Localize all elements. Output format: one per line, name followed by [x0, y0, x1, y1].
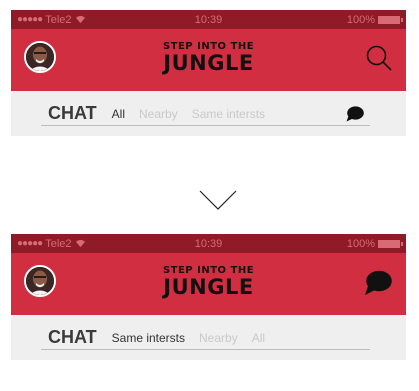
screen-state-before: ●●●●● Tele2 10:39 100% STEP INTO THE JUN… [11, 10, 406, 136]
chat-tab-bar: CHAT All Nearby Same intersts [11, 91, 406, 136]
tab-same-interests[interactable]: Same intersts [192, 107, 265, 121]
status-carrier-group: ●●●●● Tele2 [17, 14, 86, 26]
brand-name: JUNGLE [163, 51, 254, 75]
status-battery-group: 100% [346, 13, 403, 26]
tab-nearby[interactable]: Nearby [139, 107, 178, 121]
tab-same-interests[interactable]: Same intersts [112, 331, 185, 345]
search-button[interactable] [364, 43, 394, 73]
screen-state-after: ●●●●● Tele2 10:39 100% STEP INTO THE JUN… [11, 234, 406, 360]
chevron-down-icon [199, 190, 237, 210]
chat-title: CHAT [48, 103, 97, 123]
battery-icon [378, 239, 403, 248]
tab-underline-divider [41, 125, 370, 126]
status-battery-group: 100% [346, 237, 403, 250]
app-header: STEP INTO THE JUNGLE [11, 253, 406, 315]
signal-dots-icon: ●●●●● [17, 14, 43, 25]
brand-logo: STEP INTO THE JUNGLE [11, 265, 406, 298]
wifi-icon [75, 239, 86, 248]
signal-dots-icon: ●●●●● [17, 238, 43, 249]
tab-all[interactable]: All [112, 107, 125, 121]
battery-percent: 100% [346, 237, 375, 250]
chat-bubble-icon [365, 270, 392, 295]
status-bar: ●●●●● Tele2 10:39 100% [11, 234, 406, 253]
app-header: STEP INTO THE JUNGLE [11, 29, 406, 91]
tab-all[interactable]: All [252, 331, 265, 345]
status-carrier-group: ●●●●● Tele2 [17, 238, 86, 250]
tab-nearby[interactable]: Nearby [199, 331, 238, 345]
chat-title: CHAT [48, 327, 97, 347]
wifi-icon [75, 15, 86, 24]
chat-tab-bar: CHAT Same intersts Nearby All [11, 315, 406, 360]
status-bar: ●●●●● Tele2 10:39 100% [11, 10, 406, 29]
battery-percent: 100% [346, 13, 375, 26]
chat-button[interactable] [364, 270, 392, 296]
brand-logo: STEP INTO THE JUNGLE [11, 41, 406, 74]
chat-bubble-icon[interactable] [346, 106, 364, 122]
carrier-name: Tele2 [45, 237, 72, 250]
search-icon [366, 45, 392, 71]
tab-underline-divider [41, 349, 370, 350]
brand-name: JUNGLE [163, 275, 254, 299]
carrier-name: Tele2 [45, 13, 72, 26]
battery-icon [378, 15, 403, 24]
